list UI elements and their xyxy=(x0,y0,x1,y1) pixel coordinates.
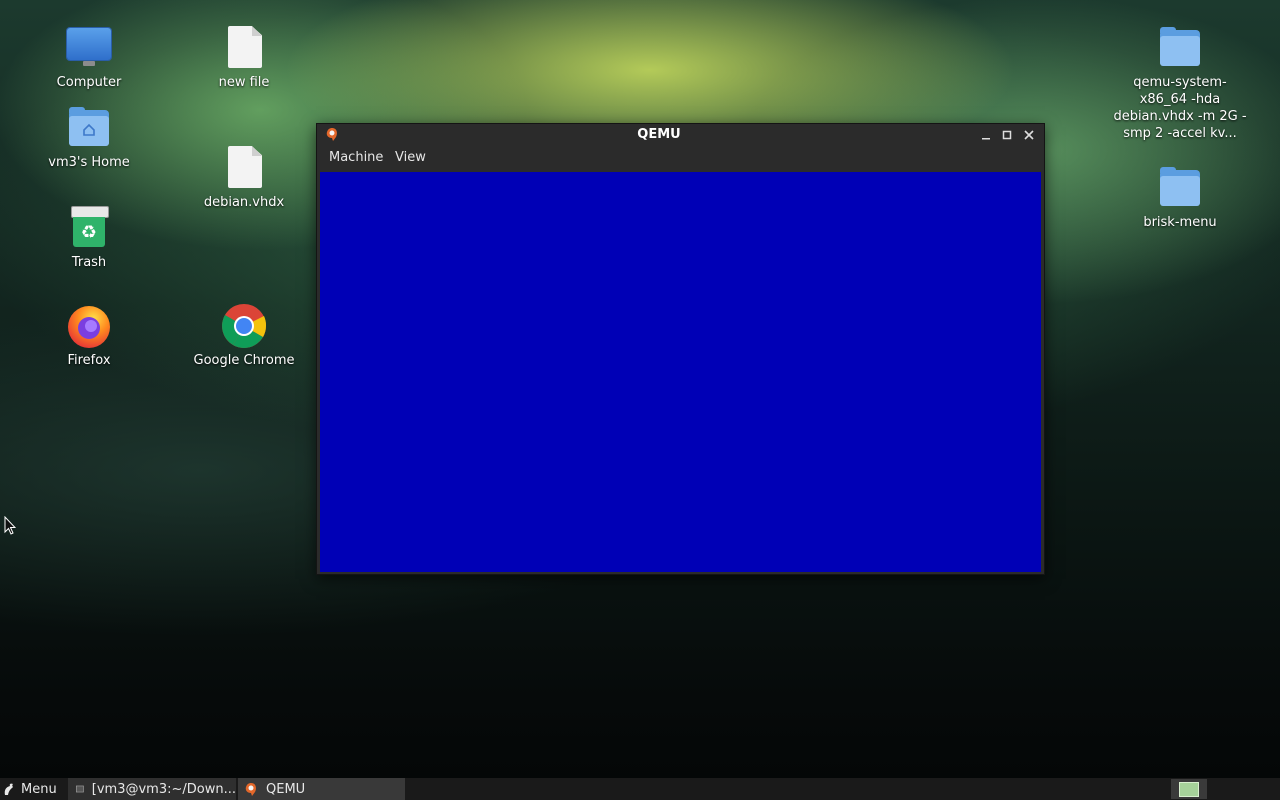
taskbar-item-terminal[interactable]: [vm3@vm3:~/Down... xyxy=(68,778,236,800)
desktop-icon-label: vm3's Home xyxy=(48,155,130,170)
desktop-icon-label: Firefox xyxy=(67,353,111,368)
desktop-icon-label: qemu-system-x86_64 -hda debian.vhdx -m 2… xyxy=(1113,75,1247,141)
menu-label: Menu xyxy=(21,781,57,797)
window-title: QEMU xyxy=(637,127,681,142)
menu-icon xyxy=(4,783,13,795)
home-folder-icon xyxy=(65,104,113,152)
maximize-button[interactable] xyxy=(998,127,1016,143)
desktop-icon-label: debian.vhdx xyxy=(203,195,285,210)
taskbar-menu-button[interactable]: Menu xyxy=(2,778,64,800)
desktop-icon-trash[interactable]: ♻ Trash xyxy=(34,204,144,271)
window-menubar: Machine View xyxy=(317,146,1044,170)
menu-view[interactable]: View xyxy=(393,146,428,170)
desktop-icon-label: new file xyxy=(218,75,270,90)
vm-display[interactable] xyxy=(320,172,1041,572)
taskbar-item-label: [vm3@vm3:~/Down... xyxy=(91,781,236,797)
desktop-icon-firefox[interactable]: Firefox xyxy=(34,302,144,369)
qemu-app-icon xyxy=(245,782,256,796)
folder-icon xyxy=(1156,24,1204,72)
desktop-icon-label: Trash xyxy=(71,255,107,270)
window-titlebar[interactable]: QEMU xyxy=(317,124,1044,146)
folder-icon xyxy=(1156,164,1204,212)
desktop-icon-qemu-folder[interactable]: qemu-system-x86_64 -hda debian.vhdx -m 2… xyxy=(1110,24,1250,142)
trash-icon: ♻ xyxy=(65,204,113,252)
mouse-cursor-icon xyxy=(4,516,16,535)
taskbar-item-qemu[interactable]: QEMU xyxy=(238,778,405,800)
desktop-icon-label: brisk-menu xyxy=(1143,215,1217,230)
qemu-window[interactable]: QEMU Machine View xyxy=(316,123,1045,575)
computer-icon xyxy=(65,24,113,72)
workspace-switcher[interactable] xyxy=(1171,779,1207,799)
desktop-icon-brisk-menu[interactable]: brisk-menu xyxy=(1125,164,1235,231)
close-button[interactable] xyxy=(1020,127,1038,143)
desktop-icon-label: Computer xyxy=(56,75,122,90)
chrome-icon xyxy=(220,302,268,350)
desktop-icon-label: Google Chrome xyxy=(193,353,295,368)
taskbar: Menu [vm3@vm3:~/Down... QEMU xyxy=(0,778,1280,800)
desktop-icon-chrome[interactable]: Google Chrome xyxy=(189,302,299,369)
desktop-icon-new-file[interactable]: new file xyxy=(189,24,299,91)
firefox-icon xyxy=(65,302,113,350)
workspace-1[interactable] xyxy=(1179,781,1199,797)
desktop-icon-debian-vhdx[interactable]: debian.vhdx xyxy=(189,144,299,211)
file-icon xyxy=(220,24,268,72)
file-icon xyxy=(220,144,268,192)
taskbar-item-label: QEMU xyxy=(266,781,306,797)
minimize-button[interactable] xyxy=(977,127,995,143)
menu-machine[interactable]: Machine xyxy=(327,146,385,170)
desktop-icon-home[interactable]: vm3's Home xyxy=(34,104,144,171)
terminal-icon xyxy=(76,785,84,793)
desktop-icon-computer[interactable]: Computer xyxy=(34,24,144,91)
